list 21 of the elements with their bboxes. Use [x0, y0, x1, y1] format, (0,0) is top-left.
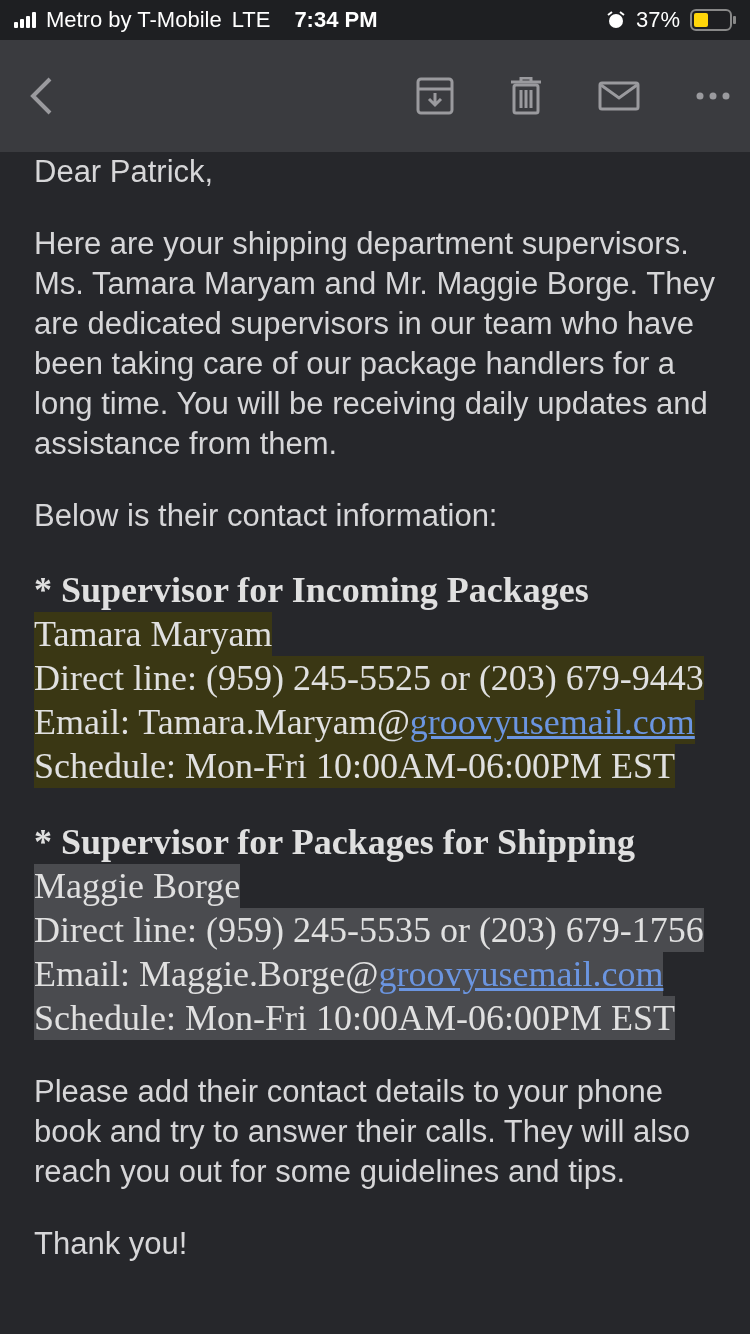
body-paragraph: Below is their contact information:: [34, 497, 499, 535]
archive-icon[interactable]: [416, 77, 454, 115]
network-type: LTE: [231, 7, 271, 33]
greeting-text: Dear Patrick,: [34, 153, 215, 191]
more-icon[interactable]: [696, 92, 730, 100]
section-heading: * Supervisor for Packages for Shipping: [34, 821, 637, 864]
battery-percent: 37%: [635, 7, 680, 33]
back-icon[interactable]: [28, 76, 54, 116]
body-paragraph: Thank you!: [34, 1225, 189, 1263]
body-paragraph: Please add their contact details to your phone book and try to answer their calls. They will also reach you out for some guidelines and tips.: [34, 1073, 691, 1191]
body-paragraph: Here are your shipping department supervisors. Ms. Tamara Maryam and Mr. Maggie Borge. They are dedicated supervisors in our team who have been taking care of our package handlers for a long time. You will be receiving daily updates and assistance from them.: [34, 225, 716, 463]
clock-time: 7:34 PM: [294, 7, 378, 33]
mail-icon[interactable]: [598, 81, 640, 111]
alarm-icon: [605, 10, 626, 30]
battery-icon: [690, 9, 736, 31]
email-link[interactable]: groovyusemail.com: [378, 954, 664, 994]
signal-icon: [14, 12, 36, 28]
email-link[interactable]: groovyusemail.com: [409, 702, 695, 742]
carrier-name: Metro by T-Mobile: [46, 7, 222, 33]
trash-icon[interactable]: [510, 77, 542, 115]
section-heading: * Supervisor for Incoming Packages: [34, 569, 590, 612]
